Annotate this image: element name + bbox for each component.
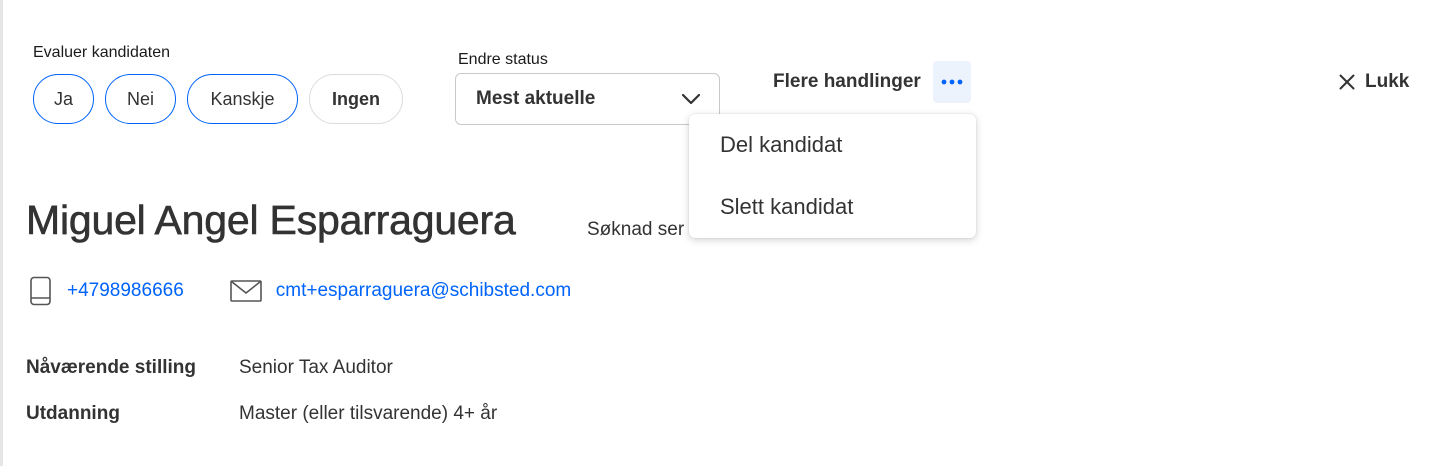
evaluate-options: Ja Nei Kanskje Ingen	[33, 74, 403, 124]
education-label: Utdanning	[26, 403, 120, 424]
close-button[interactable]: Lukk	[1339, 71, 1409, 93]
menu-item-delete-candidate[interactable]: Slett kandidat	[720, 194, 853, 220]
status-selected-value: Mest aktuelle	[476, 88, 596, 109]
evaluate-yes-button[interactable]: Ja	[33, 74, 94, 124]
evaluate-no-button[interactable]: Nei	[105, 74, 176, 124]
current-position-value: Senior Tax Auditor	[239, 357, 393, 378]
email-icon	[229, 280, 262, 302]
email-link[interactable]: cmt+esparraguera@schibsted.com	[276, 280, 571, 302]
evaluate-label: Evaluer kandidaten	[33, 44, 170, 61]
close-icon	[1339, 74, 1355, 90]
status-label: Endre status	[458, 51, 548, 68]
status-select[interactable]: Mest aktuelle	[455, 73, 720, 125]
application-info: Søknad ser	[587, 219, 685, 240]
more-actions-menu: Del kandidat Slett kandidat	[689, 114, 976, 238]
phone-contact: +4798986666	[29, 276, 184, 306]
phone-icon	[29, 276, 53, 306]
current-position-label: Nåværende stilling	[26, 357, 196, 378]
contact-info: +4798986666 cmt+esparraguera@schibsted.c…	[29, 276, 571, 306]
chevron-down-icon	[681, 93, 701, 105]
education-value: Master (eller tilsvarende) 4+ år	[239, 403, 498, 424]
ellipsis-icon	[941, 79, 963, 85]
more-actions-button[interactable]	[933, 61, 971, 103]
phone-link[interactable]: +4798986666	[67, 280, 184, 302]
candidate-name: Miguel Angel Esparraguera	[26, 197, 516, 244]
menu-item-share-candidate[interactable]: Del kandidat	[720, 132, 842, 158]
evaluate-none-button[interactable]: Ingen	[309, 74, 403, 124]
email-contact: cmt+esparraguera@schibsted.com	[229, 280, 571, 302]
close-label: Lukk	[1365, 71, 1410, 92]
more-actions-label: Flere handlinger	[773, 71, 921, 92]
evaluate-maybe-button[interactable]: Kanskje	[187, 74, 298, 124]
